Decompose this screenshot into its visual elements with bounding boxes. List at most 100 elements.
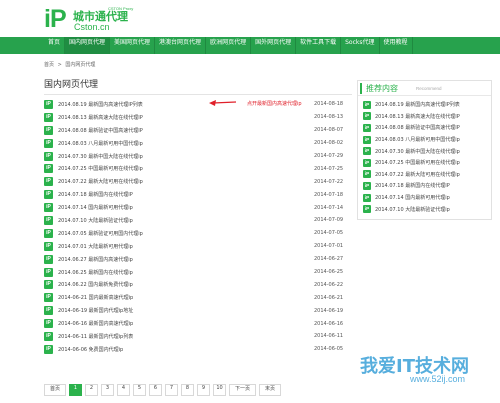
recommend-item[interactable]: iP 2014.07.25 中国最新可用在线代理ip [363,157,460,169]
page-number-button[interactable]: 9 [197,384,211,396]
page-number-button[interactable]: 7 [165,384,179,396]
list-item-title[interactable]: 2014.08.19 最新国内高速代理IP列表 [58,101,143,108]
list-item-title[interactable]: 2014.07.25 中国最新可用在线代理ip [58,165,143,172]
list-item-date: 2014-08-02 [314,140,344,147]
list-item[interactable]: iP 2014.08.19 最新国内高速代理IP列表 2014-08-18 点开最新国… [44,98,352,111]
list-item[interactable]: iP 2014.08.13 最新高速大陆在线代理IP 2014-08-13 [44,111,352,124]
page-number-button[interactable]: 6 [149,384,163,396]
list-item-title[interactable]: 2014.06.27 最新国内高速代理ip [58,256,133,263]
list-item-date: 2014-07-09 [314,217,344,224]
list-item-title[interactable]: 2014.07.22 最新大陆可用在线代理ip [58,178,143,185]
ip-badge-icon: iP [44,215,53,225]
logo-tagline: CSTON Proxy [108,6,134,11]
recommend-list: iP 2014.08.19 最新国内高速代理IP列表 iP 2014.08.13 最新… [363,99,460,215]
list-item-title[interactable]: 2014.06.25 最新国内在线代理ip [58,269,133,276]
recommend-item-title[interactable]: 2014.08.03 八月最新可用中国代理ip [375,136,460,143]
recommend-item-title[interactable]: 2014.08.08 最新验证中国高速代理IP [375,124,460,131]
nav-item[interactable]: 国外网页代理 [251,37,297,54]
list-item-title[interactable]: 2014-06-11 最新国内代理ip列表 [58,333,133,340]
ip-badge-icon: iP [44,306,53,316]
next-page-button[interactable]: 下一页 [229,384,257,396]
list-item-title[interactable]: 2014.07.14 国内最新可用代理ip [58,204,133,211]
watermark-url: www.52ij.com [410,374,466,384]
list-item-title[interactable]: 2014.07.18 最新国内在线代理IP [58,191,133,198]
list-item[interactable]: iP 2014.07.30 最新中国大陆在线代理ip 2014-07-29 [44,150,352,163]
list-item-title[interactable]: 2014.06.22 国内最新免费代理ip [58,281,133,288]
page-number-button[interactable]: 3 [101,384,115,396]
last-page-button[interactable]: 末页 [259,384,282,396]
list-item[interactable]: iP 2014-06-21 国内最新高速代理ip 2014-06-21 [44,291,352,304]
recommend-item[interactable]: iP 2014.08.19 最新国内高速代理IP列表 [363,99,460,111]
recommend-item-title[interactable]: 2014.08.19 最新国内高速代理IP列表 [375,101,460,108]
ip-badge-icon: iP [44,138,53,148]
ip-badge-icon: iP [44,228,53,238]
recommend-item[interactable]: iP 2014.07.18 最新国内在线代理IP [363,180,460,192]
list-item-title[interactable]: 2014.07.30 最新中国大陆在线代理ip [58,153,143,160]
nav-item[interactable]: 首页 [44,37,66,54]
list-item-title[interactable]: 2014.07.10 大陆最新验证代理ip [58,217,133,224]
page-number-button[interactable]: 8 [181,384,195,396]
list-item-title[interactable]: 2014.08.03 八月最新可用中国代理ip [58,140,143,147]
list-item[interactable]: iP 2014.06.27 最新国内高速代理ip 2014-06-27 [44,253,352,266]
page-number-button[interactable]: 10 [213,384,227,396]
nav-item[interactable]: 港澳台网页代理 [155,37,207,54]
recommend-item-title[interactable]: 2014.07.25 中国最新可用在线代理ip [375,159,460,166]
list-item[interactable]: iP 2014-06-19 最新国内代理ip地址 2014-06-19 [44,304,352,317]
nav-item[interactable]: 美国网页代理 [110,37,156,54]
recommend-item[interactable]: iP 2014.08.03 八月最新可用中国代理ip [363,134,460,146]
ip-badge-icon: iP [363,135,371,144]
page-number-button[interactable]: 4 [117,384,131,396]
list-item-title[interactable]: 2014.08.08 最新验证中国高速代理IP [58,127,143,134]
list-item[interactable]: iP 2014.08.08 最新验证中国高速代理IP 2014-08-07 [44,124,352,137]
ip-badge-icon: iP [44,293,53,303]
ip-badge-icon: iP [44,112,53,122]
annotation-text: 点开最新国内高速代理ip [247,100,302,107]
list-item[interactable]: iP 2014.06.25 最新国内在线代理ip 2014-06-25 [44,266,352,279]
recommend-item-title[interactable]: 2014.07.18 最新国内在线代理IP [375,182,450,189]
list-item[interactable]: iP 2014.06.22 国内最新免费代理ip 2014-06-22 [44,278,352,291]
list-item-title[interactable]: 2014.08.13 最新高速大陆在线代理IP [58,114,143,121]
list-item-title[interactable]: 2014-06-06 免费国内代理ip [58,346,123,353]
recommend-item[interactable]: iP 2014.07.30 最新中国大陆在线代理ip [363,145,460,157]
list-item-title[interactable]: 2014.07.01 大陆最新可用代理ip [58,243,133,250]
breadcrumb-home[interactable]: 首页 [44,62,54,68]
recommend-item-title[interactable]: 2014.07.30 最新中国大陆在线代理ip [375,148,460,155]
ip-badge-icon: iP [44,99,53,109]
list-item-title[interactable]: 2014.07.05 最新验证可用国内代理ip [58,230,143,237]
annotation: 点开最新国内高速代理ip [209,99,302,107]
page-number-button[interactable]: 5 [133,384,147,396]
page-number-button[interactable]: 1 [69,384,83,396]
title-divider [44,94,352,95]
recommend-item[interactable]: iP 2014.07.14 国内最新可用代理ip [363,192,460,204]
recommend-item[interactable]: iP 2014.08.08 最新验证中国高速代理IP [363,122,460,134]
ip-badge-icon: iP [44,331,53,341]
recommend-item-title[interactable]: 2014.07.10 大陆最新验证代理ip [375,206,450,213]
list-item[interactable]: iP 2014.07.25 中国最新可用在线代理ip 2014-07-25 [44,162,352,175]
list-item[interactable]: iP 2014.07.22 最新大陆可用在线代理ip 2014-07-22 [44,175,352,188]
nav-item[interactable]: 使用教程 [380,37,413,54]
list-item-title[interactable]: 2014-06-19 最新国内代理ip地址 [58,307,133,314]
recommend-item-title[interactable]: 2014.07.14 国内最新可用代理ip [375,194,450,201]
breadcrumb-current[interactable]: 国内网页代理 [65,62,95,68]
list-item[interactable]: iP 2014.08.03 八月最新可用中国代理ip 2014-08-02 [44,137,352,150]
recommend-item-title[interactable]: 2014.08.13 最新高速大陆在线代理IP [375,113,460,120]
nav-item[interactable]: 国内网页代理 [65,37,111,54]
recommend-item[interactable]: iP 2014.07.10 大陆最新验证代理ip [363,203,460,215]
page-number-button[interactable]: 2 [85,384,99,396]
nav-item[interactable]: Socks代理 [341,37,380,54]
list-item[interactable]: iP 2014.07.10 大陆最新验证代理ip 2014-07-09 [44,214,352,227]
list-item[interactable]: iP 2014.07.14 国内最新可用代理ip 2014-07-14 [44,201,352,214]
first-page-button[interactable]: 首页 [44,384,67,396]
nav-item[interactable]: 软件工具下载 [296,37,342,54]
list-item[interactable]: iP 2014.07.01 大陆最新可用代理ip 2014-07-01 [44,240,352,253]
ip-badge-icon: iP [363,158,371,167]
recommend-item-title[interactable]: 2014.07.22 最新大陆可用在线代理ip [375,171,460,178]
ip-badge-icon: iP [363,100,371,109]
recommend-item[interactable]: iP 2014.07.22 最新大陆可用在线代理ip [363,169,460,181]
list-item-title[interactable]: 2014-06-16 最新国内高速代理ip [58,320,133,327]
nav-item[interactable]: 欧洲网页代理 [206,37,252,54]
list-item[interactable]: iP 2014.07.18 最新国内在线代理IP 2014-07-18 [44,188,352,201]
list-item[interactable]: iP 2014.07.05 最新验证可用国内代理ip 2014-07-05 [44,227,352,240]
list-item-title[interactable]: 2014-06-21 国内最新高速代理ip [58,294,133,301]
recommend-item[interactable]: iP 2014.08.13 最新高速大陆在线代理IP [363,111,460,123]
